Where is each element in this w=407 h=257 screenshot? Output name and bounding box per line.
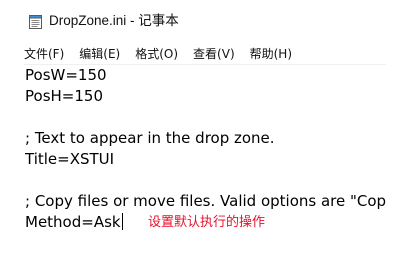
menu-bar: 文件(F) 编辑(E) 格式(O) 查看(V) 帮助(H) (24, 44, 307, 64)
text-caret (121, 213, 123, 230)
editor-line: Title=XSTUI (25, 150, 115, 168)
editor-line: PosH=150 (25, 87, 103, 105)
notepad-icon (29, 15, 42, 29)
menu-help[interactable]: 帮助(H) (250, 44, 292, 64)
menu-format[interactable]: 格式(O) (135, 44, 178, 64)
menu-edit[interactable]: 编辑(E) (79, 44, 120, 64)
menu-view[interactable]: 查看(V) (193, 44, 235, 64)
notepad-window: DropZone.ini - 记事本 文件(F) 编辑(E) 格式(O) 查看(… (0, 0, 386, 257)
menu-file[interactable]: 文件(F) (24, 44, 64, 64)
editor-line-current: Method=Ask (25, 212, 123, 233)
window-title: DropZone.ini - 记事本 (49, 13, 179, 28)
editor-line: ; Copy files or move files. Valid option… (25, 192, 386, 210)
editor-line: PosW=150 (25, 66, 107, 84)
editor-line-text: Method=Ask (25, 213, 121, 231)
title-bar[interactable]: DropZone.ini - 记事本 (0, 0, 386, 37)
editor-line: ; Text to appear in the drop zone. (25, 129, 275, 147)
annotation-label: 设置默认执行的操作 (148, 215, 266, 230)
